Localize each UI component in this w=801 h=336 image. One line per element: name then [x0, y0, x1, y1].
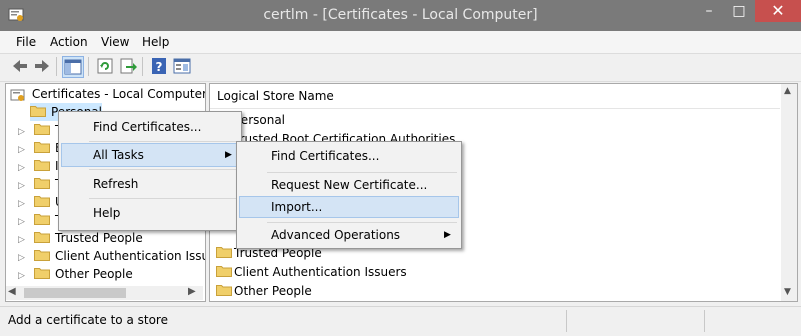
store-list-item[interactable]: Other People [216, 282, 312, 300]
svg-text:?: ? [156, 60, 163, 74]
export-list-icon[interactable] [118, 56, 138, 76]
all-tasks-submenu: Find Certificates... Request New Certifi… [236, 141, 462, 249]
menu-separator [89, 141, 237, 142]
scroll-down-icon[interactable]: ▼ [784, 287, 791, 297]
scroll-thumb[interactable] [24, 288, 126, 298]
toolbar-separator [88, 57, 89, 76]
status-divider [566, 310, 567, 332]
submenu-find-certificates[interactable]: Find Certificates... [237, 144, 461, 168]
folder-icon [34, 158, 50, 176]
folder-icon [34, 194, 50, 212]
folder-icon [34, 266, 50, 284]
submenu-item-label: Import... [271, 200, 323, 214]
context-item-label: Help [93, 206, 121, 220]
context-all-tasks[interactable]: All Tasks ▶ [61, 143, 239, 167]
status-divider [704, 310, 705, 332]
context-item-label: Refresh [93, 177, 139, 191]
tree-item[interactable]: ▷T [10, 175, 62, 193]
store-list-item-label: Client Authentication Issuers [234, 265, 407, 279]
tree-root[interactable]: Certificates - Local Computer [10, 85, 206, 103]
toolbar-separator [142, 57, 143, 76]
tree-item[interactable]: ▷E [10, 139, 63, 157]
store-list-item[interactable]: Client Authentication Issuers [216, 263, 407, 281]
folder-icon [30, 104, 46, 122]
context-menu: Find Certificates... All Tasks ▶ Refresh… [58, 111, 242, 231]
tree-item-label: Other People [55, 267, 133, 281]
folder-icon [34, 230, 50, 248]
scroll-up-icon[interactable]: ▲ [784, 86, 791, 96]
menu-separator [89, 169, 237, 170]
submenu-item-label: Request New Certificate... [271, 178, 428, 192]
folder-icon [216, 245, 232, 263]
back-icon[interactable] [10, 56, 30, 76]
close-button[interactable]: ✕ [755, 0, 801, 22]
column-header[interactable]: Logical Store Name [210, 84, 780, 109]
folder-icon [34, 212, 50, 230]
forward-icon[interactable] [32, 56, 52, 76]
status-text: Add a certificate to a store [8, 313, 168, 327]
folder-icon [216, 264, 232, 282]
tree-item[interactable]: ▷ Other People [10, 265, 133, 283]
folder-icon [34, 140, 50, 158]
folder-icon [34, 176, 50, 194]
submenu-advanced-operations[interactable]: Advanced Operations ▶ [237, 223, 461, 247]
toolbar-separator [56, 57, 57, 76]
minimize-button[interactable]: – [695, 0, 723, 22]
submenu-arrow-icon: ▶ [444, 230, 451, 240]
menu-view[interactable]: View [101, 35, 129, 49]
submenu-arrow-icon: ▶ [225, 150, 232, 160]
column-header-label: Logical Store Name [217, 89, 334, 103]
menu-file[interactable]: File [16, 35, 36, 49]
submenu-request-new-certificate[interactable]: Request New Certificate... [237, 173, 461, 197]
window-title: certlm - [Certificates - Local Computer] [263, 7, 538, 23]
context-refresh[interactable]: Refresh [59, 172, 241, 196]
menu-separator [89, 198, 237, 199]
tree-horizontal-scrollbar[interactable]: ◀ ▶ [6, 286, 203, 300]
scroll-left-icon[interactable]: ◀ [8, 286, 16, 297]
tree-item[interactable]: ▷U [10, 193, 64, 211]
tree-root-label: Certificates - Local Computer [31, 87, 206, 101]
refresh-icon[interactable] [95, 56, 115, 76]
tree-item[interactable]: ▷ Trusted People [10, 229, 143, 247]
show-hide-tree-icon[interactable] [62, 56, 84, 78]
folder-icon [34, 122, 50, 140]
context-find-certificates[interactable]: Find Certificates... [59, 115, 241, 139]
menu-help[interactable]: Help [142, 35, 169, 49]
context-item-label: Find Certificates... [93, 120, 202, 134]
folder-icon [34, 248, 50, 266]
store-list-item-label: Other People [234, 284, 312, 298]
tree-item[interactable]: ▷T [10, 211, 62, 229]
submenu-item-label: Find Certificates... [271, 149, 380, 163]
scroll-right-icon[interactable]: ▶ [188, 286, 196, 297]
tree-item-label: Client Authentication Issue [55, 249, 206, 263]
help-icon[interactable]: ? [149, 56, 169, 76]
properties-icon[interactable] [172, 56, 192, 76]
expand-arrow-icon[interactable]: ▷ [18, 267, 34, 285]
submenu-import[interactable]: Import... [239, 196, 459, 218]
folder-icon [216, 283, 232, 301]
context-item-label: All Tasks [93, 148, 144, 162]
context-help[interactable]: Help [59, 201, 241, 225]
certificate-store-icon [10, 88, 26, 102]
tree-item-label: Trusted People [55, 231, 143, 245]
tree-item[interactable]: ▷T [10, 121, 62, 139]
tree-item[interactable]: ▷ Client Authentication Issue [10, 247, 206, 266]
status-bar: Add a certificate to a store [0, 306, 801, 336]
menu-action[interactable]: Action [50, 35, 88, 49]
list-vertical-scrollbar[interactable]: ▲ ▼ [781, 84, 797, 301]
maximize-button[interactable]: □ [725, 0, 753, 22]
submenu-item-label: Advanced Operations [271, 228, 401, 242]
